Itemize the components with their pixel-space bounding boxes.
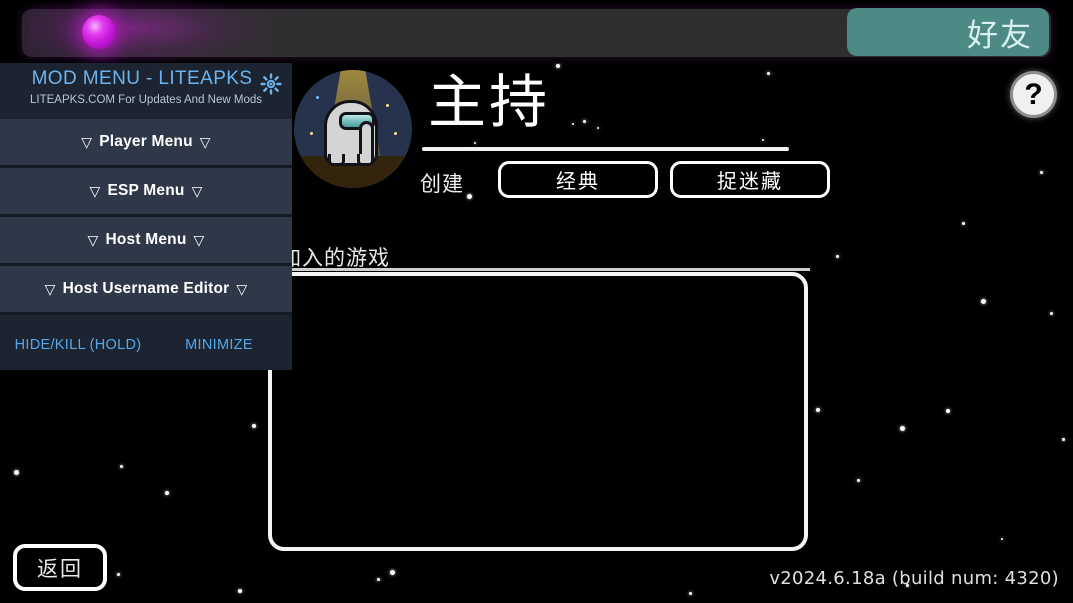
mod-menu-title: MOD MENU - LITEAPKS — [31, 68, 253, 89]
chevron-down-icon: ▽ — [87, 231, 99, 248]
minimize-button[interactable]: MINIMIZE — [156, 337, 292, 353]
game-list-panel[interactable] — [268, 272, 808, 551]
star-dot — [14, 470, 19, 475]
friends-button-label: 好友 — [967, 17, 1033, 54]
top-bar: 好友 — [0, 0, 1073, 63]
player-avatar[interactable] — [294, 70, 412, 188]
title-underline — [422, 147, 789, 151]
star-dot — [1040, 171, 1043, 174]
version-text: v2024.6.18a (build num: 4320) — [769, 568, 1059, 589]
star-dot — [390, 570, 395, 575]
mod-menu-overlay[interactable]: MOD MENU - LITEAPKS LITEAPKS.COM For Upd… — [0, 63, 292, 370]
star-dot — [1050, 312, 1053, 315]
mod-menu-item-host-menu[interactable]: ▽ Host Menu ▽ — [0, 217, 292, 266]
mod-menu-item-label: ESP Menu — [107, 182, 185, 199]
avatar-star — [310, 132, 313, 135]
chevron-down-icon: ▽ — [193, 231, 205, 248]
avatar-star — [386, 104, 389, 107]
star-dot — [1001, 538, 1003, 540]
crewmate-leg-left — [328, 154, 345, 166]
star-dot — [962, 222, 965, 225]
back-button[interactable]: 返回 — [13, 544, 107, 591]
chevron-down-icon: ▽ — [191, 182, 203, 199]
star-dot — [120, 465, 123, 468]
help-button[interactable]: ? — [1010, 71, 1057, 118]
star-dot — [252, 424, 256, 428]
gear-icon[interactable] — [259, 72, 283, 96]
purple-orb-icon[interactable] — [82, 15, 116, 49]
joinable-games-underline — [258, 268, 810, 271]
star-dot — [1062, 438, 1065, 441]
star-dot — [762, 139, 764, 141]
star-dot — [767, 72, 770, 75]
star-dot — [836, 255, 839, 258]
crewmate-body — [324, 100, 378, 166]
hide-kill-button[interactable]: HIDE/KILL (HOLD) — [0, 337, 156, 353]
chevron-down-icon: ▽ — [44, 280, 56, 297]
mod-menu-item-label: Player Menu — [99, 133, 193, 150]
mod-menu-item-label: Host Menu — [105, 231, 187, 248]
mode-button-hide-and-seek[interactable]: 捉迷藏 — [670, 161, 830, 198]
mod-menu-footer: HIDE/KILL (HOLD) MINIMIZE — [0, 320, 292, 370]
game-screen: 主持 创建 经典 捉迷藏 可加入的游戏 ? 返回 v2024.6.18a (bu… — [0, 0, 1073, 603]
page-title: 主持 — [428, 68, 551, 136]
star-dot — [597, 127, 599, 129]
question-mark-icon: ? — [1024, 77, 1043, 111]
star-dot — [377, 578, 380, 581]
star-dot — [857, 479, 860, 482]
avatar-star — [316, 96, 319, 99]
star-dot — [583, 120, 586, 123]
mod-menu-header: MOD MENU - LITEAPKS LITEAPKS.COM For Upd… — [0, 63, 292, 119]
star-dot — [816, 408, 820, 412]
mode-button-classic[interactable]: 经典 — [498, 161, 658, 198]
star-dot — [117, 573, 120, 576]
star-dot — [165, 491, 169, 495]
avatar-star — [394, 132, 397, 135]
chevron-down-icon: ▽ — [199, 133, 211, 150]
star-dot — [556, 64, 560, 68]
mod-menu-item-esp-menu[interactable]: ▽ ESP Menu ▽ — [0, 168, 292, 217]
star-dot — [474, 142, 476, 144]
chevron-down-icon: ▽ — [89, 182, 101, 199]
star-dot — [900, 426, 905, 431]
create-label: 创建 — [420, 172, 464, 196]
mod-menu-item-host-username-editor[interactable]: ▽ Host Username Editor ▽ — [0, 266, 292, 315]
chevron-down-icon: ▽ — [236, 280, 248, 297]
crewmate-leg-right — [357, 154, 374, 166]
friends-button[interactable]: 好友 — [847, 8, 1049, 56]
star-dot — [467, 194, 472, 199]
mod-menu-item-player-menu[interactable]: ▽ Player Menu ▽ — [0, 119, 292, 168]
chevron-down-icon: ▽ — [81, 133, 93, 150]
mod-menu-item-label: Host Username Editor — [62, 280, 230, 297]
star-dot — [981, 299, 986, 304]
star-dot — [946, 409, 950, 413]
star-dot — [689, 592, 692, 595]
star-dot — [572, 123, 574, 125]
mod-menu-subtitle: LITEAPKS.COM For Updates And New Mods — [29, 94, 262, 106]
star-dot — [238, 589, 242, 593]
